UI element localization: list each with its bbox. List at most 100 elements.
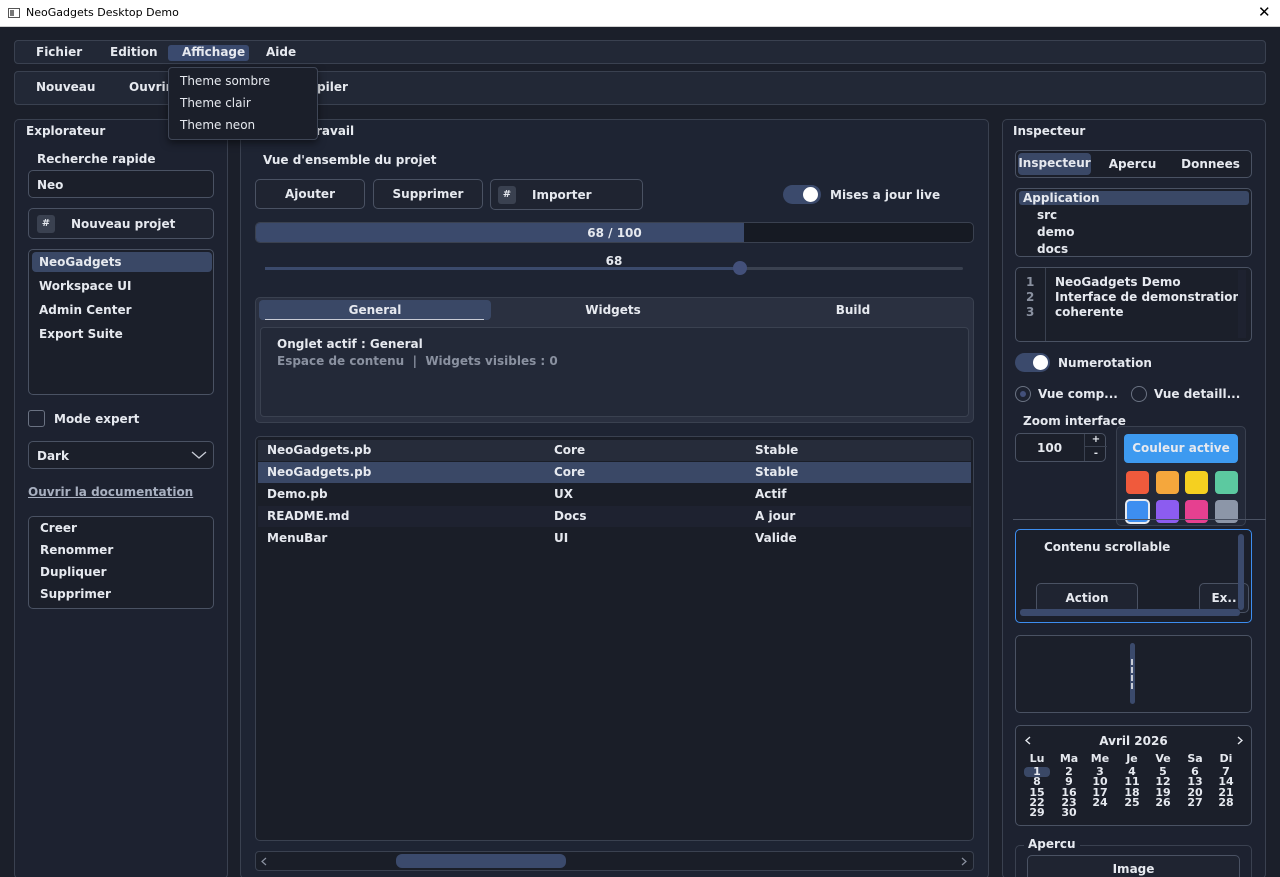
add-button[interactable]: Ajouter xyxy=(255,179,365,209)
horizontal-scrollbar[interactable] xyxy=(255,851,974,871)
tree-item-src[interactable]: src xyxy=(1037,208,1057,222)
scroll-area-hscrollbar[interactable] xyxy=(1020,609,1240,616)
open-button[interactable]: Ouvrir xyxy=(129,80,172,94)
table-cell: Valide xyxy=(755,531,797,545)
menu-fichier[interactable]: Fichier xyxy=(22,45,96,61)
zoom-spinbox[interactable]: 100 + - xyxy=(1015,433,1107,462)
toggle-knob xyxy=(1033,355,1048,370)
calendar-day[interactable]: 30 xyxy=(1059,807,1079,818)
menu-edition[interactable]: Edition xyxy=(96,45,172,61)
new-button[interactable]: Nouveau xyxy=(36,80,95,94)
menu-item-theme-light[interactable]: Theme clair xyxy=(180,96,251,110)
import-button[interactable]: # Importer xyxy=(490,179,643,210)
tab-widgets[interactable]: Widgets xyxy=(497,303,729,317)
color-swatch[interactable] xyxy=(1214,471,1238,494)
slider-handle[interactable] xyxy=(732,261,747,275)
tree-item-application[interactable]: Application xyxy=(1023,191,1100,205)
calendar-weekday: Sa xyxy=(1187,752,1203,765)
separator xyxy=(1013,519,1266,520)
expert-mode-label: Mode expert xyxy=(54,412,140,426)
window-title: NeoGadgets Desktop Demo xyxy=(26,6,179,19)
tab-build[interactable]: Build xyxy=(737,303,969,317)
table-cell: NeoGadgets.pb xyxy=(267,465,372,479)
workspace-title: ravail xyxy=(316,124,355,138)
calendar-day[interactable]: 24 xyxy=(1090,797,1110,808)
tab-donnees[interactable]: Donnees xyxy=(1174,157,1247,171)
table-row[interactable]: Demo.pb UX Actif xyxy=(258,484,971,505)
menu-aide[interactable]: Aide xyxy=(252,45,310,61)
slider-track[interactable] xyxy=(265,261,963,275)
tab-apercu[interactable]: Apercu xyxy=(1096,157,1169,171)
zoom-label: Zoom interface xyxy=(1023,414,1126,428)
color-swatch[interactable] xyxy=(1126,471,1149,494)
editor-line: coherente xyxy=(1055,305,1124,319)
list-item[interactable]: Export Suite xyxy=(39,327,123,341)
color-swatch[interactable] xyxy=(1185,471,1208,494)
calendar-weekday: Ma xyxy=(1059,752,1079,765)
vertical-slider[interactable] xyxy=(1130,643,1135,704)
calendar-day[interactable]: 26 xyxy=(1153,797,1173,808)
calendar: Avril 2026 Lu Ma Me Je Ve Sa Di 1 2 3 4 5 6 7 8 9 10 11 12… xyxy=(1015,725,1252,826)
documentation-link[interactable]: Ouvrir la documentation xyxy=(28,485,193,499)
theme-select[interactable]: Dark xyxy=(28,441,214,469)
menu-item-theme-dark[interactable]: Theme sombre xyxy=(180,74,270,88)
text-editor[interactable]: 1 2 3 NeoGadgets Demo Interface de demon… xyxy=(1015,267,1252,342)
vertical-slider-box xyxy=(1015,635,1252,713)
calendar-day[interactable]: 29 xyxy=(1027,807,1047,818)
editor-line: NeoGadgets Demo xyxy=(1055,275,1181,289)
new-project-button[interactable]: # Nouveau projet xyxy=(28,208,214,239)
calendar-day[interactable]: 25 xyxy=(1122,797,1142,808)
tree-item-docs[interactable]: docs xyxy=(1037,242,1068,256)
numbering-toggle[interactable] xyxy=(1015,353,1050,372)
image-button[interactable]: Image xyxy=(1027,855,1240,877)
tree-item-demo[interactable]: demo xyxy=(1037,225,1074,239)
spin-up[interactable]: + xyxy=(1085,434,1107,447)
list-item[interactable]: Workspace UI xyxy=(39,279,131,293)
table-row[interactable]: NeoGadgets.pb Core Stable xyxy=(258,462,971,483)
expert-mode-checkbox[interactable] xyxy=(28,410,45,427)
radio-dot xyxy=(1020,391,1026,397)
project-list: NeoGadgets Workspace UI Admin Center Exp… xyxy=(28,249,214,395)
compile-button[interactable]: piler xyxy=(317,80,348,94)
line-number: 3 xyxy=(1026,305,1035,319)
table-row[interactable]: MenuBar UI Valide xyxy=(258,528,971,549)
scroll-right-icon[interactable] xyxy=(961,857,967,866)
calendar-weekday: Ve xyxy=(1155,752,1171,765)
scroll-area-vscrollbar[interactable] xyxy=(1238,534,1244,610)
calendar-next-icon[interactable] xyxy=(1237,736,1243,745)
active-color-button[interactable]: Couleur active xyxy=(1124,434,1238,463)
table-row[interactable]: NeoGadgets.pb Core Stable xyxy=(258,440,971,461)
title-bar: NeoGadgets Desktop Demo ✕ xyxy=(0,0,1280,27)
menu-item-theme-neon[interactable]: Theme neon xyxy=(180,118,255,132)
action-create[interactable]: Creer xyxy=(40,521,77,535)
tab-general[interactable]: General xyxy=(259,303,491,317)
radio-compact[interactable] xyxy=(1015,386,1031,402)
list-item[interactable]: NeoGadgets xyxy=(39,255,122,269)
search-input-value: Neo xyxy=(37,178,64,192)
line-number: 1 xyxy=(1026,275,1035,289)
calendar-day[interactable]: 28 xyxy=(1216,797,1236,808)
menu-affichage[interactable]: Affichage xyxy=(168,45,249,61)
close-icon[interactable]: ✕ xyxy=(1258,3,1271,21)
live-updates-toggle[interactable] xyxy=(783,185,821,204)
table-cell: MenuBar xyxy=(267,531,328,545)
search-input[interactable]: Neo xyxy=(28,170,214,198)
live-updates-label: Mises a jour live xyxy=(830,188,941,202)
action-delete[interactable]: Supprimer xyxy=(40,587,111,601)
list-item[interactable]: Admin Center xyxy=(39,303,132,317)
radio-detail[interactable] xyxy=(1131,386,1147,402)
scroll-left-icon[interactable] xyxy=(261,857,267,866)
action-duplicate[interactable]: Dupliquer xyxy=(40,565,107,579)
table-cell: Stable xyxy=(755,465,799,479)
action-rename[interactable]: Renommer xyxy=(40,543,113,557)
spin-down[interactable]: - xyxy=(1085,448,1107,461)
vertical-slider-handle[interactable] xyxy=(1131,659,1133,689)
color-swatch[interactable] xyxy=(1155,471,1179,494)
tab-inspecteur[interactable]: Inspecteur xyxy=(1018,153,1091,175)
delete-button[interactable]: Supprimer xyxy=(373,179,483,209)
table-row[interactable]: README.md Docs A jour xyxy=(258,506,971,527)
project-tree: Application src demo docs xyxy=(1015,188,1252,257)
calendar-day[interactable]: 27 xyxy=(1185,797,1205,808)
editor-scrollbar[interactable] xyxy=(1238,270,1246,338)
scrollbar-thumb[interactable] xyxy=(396,854,566,868)
